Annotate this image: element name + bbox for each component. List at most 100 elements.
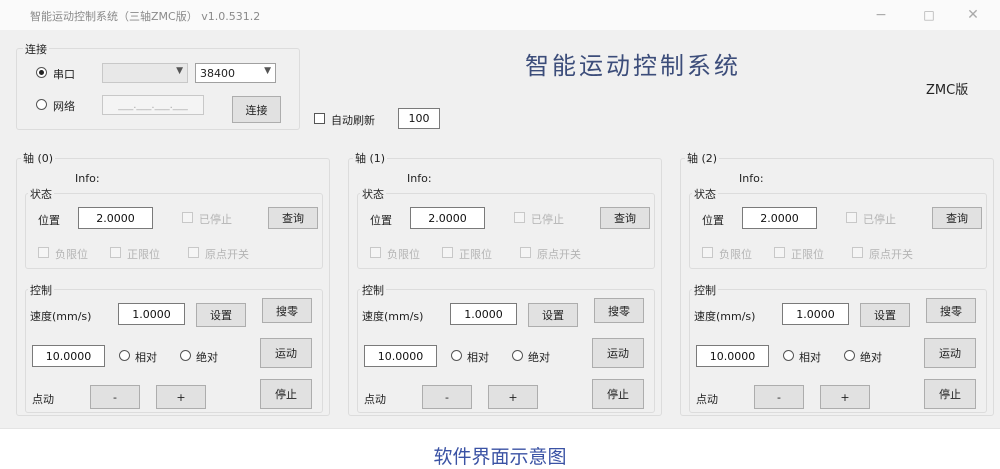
neg-limit-label: 负限位 [719,248,752,261]
move-button[interactable]: 运动 [260,338,312,368]
jog-label: 点动 [32,393,54,406]
baud-value: 38400 [200,67,235,80]
pos-limit-checkbox [442,247,453,258]
distance-input[interactable]: 10.0000 [696,345,769,367]
home-button[interactable]: 搜零 [262,298,312,323]
query-button[interactable]: 查询 [932,207,982,229]
connect-button[interactable]: 连接 [232,96,281,123]
origin-switch-checkbox [188,247,199,258]
edition-label: ZMC版 [926,83,969,98]
pos-limit-label: 正限位 [127,248,160,261]
jog-minus-button[interactable]: - [422,385,472,409]
axis-title: 轴 (1) [353,150,388,166]
set-speed-button[interactable]: 设置 [196,303,246,327]
relative-radio[interactable] [451,350,462,361]
system-title: 智能运动控制系统 [525,52,741,80]
speed-label: 速度(mm/s) [30,310,92,323]
speed-input[interactable]: 1.0000 [118,303,185,325]
absolute-label: 绝对 [528,351,550,364]
control-group-label: 控制 [692,282,718,298]
stop-button[interactable]: 停止 [260,379,312,409]
jog-minus-button[interactable]: - [90,385,140,409]
absolute-label: 绝对 [196,351,218,364]
network-label: 网络 [53,100,75,113]
network-radio[interactable] [36,99,47,110]
position-value: 2.0000 [742,207,817,229]
pos-limit-label: 正限位 [791,248,824,261]
status-group-label: 状态 [360,186,386,202]
position-label: 位置 [370,214,392,227]
origin-switch-checkbox [520,247,531,258]
baud-select[interactable]: 38400 ▼ [195,63,276,83]
control-group: 控制 速度(mm/s) 1.0000 设置 搜零 10.0000 相对 绝对 运… [357,282,655,413]
jog-plus-button[interactable]: + [820,385,870,409]
axis-0-panel: 轴 (0) Info: 状态 位置 2.0000 已停止 查询 负限位 正限位 … [16,150,330,416]
speed-label: 速度(mm/s) [694,310,756,323]
origin-switch-label: 原点开关 [537,248,581,261]
speed-input[interactable]: 1.0000 [782,303,849,325]
relative-label: 相对 [135,351,157,364]
control-group-label: 控制 [28,282,54,298]
absolute-radio[interactable] [180,350,191,361]
auto-refresh-label: 自动刷新 [331,114,375,127]
set-speed-button[interactable]: 设置 [860,303,910,327]
jog-plus-button[interactable]: + [488,385,538,409]
app-window: 智能运动控制系统（三轴ZMC版） v1.0.531.2 − □ ✕ 连接 串口 … [0,0,1000,429]
absolute-radio[interactable] [844,350,855,361]
relative-radio[interactable] [119,350,130,361]
query-button[interactable]: 查询 [268,207,318,229]
window-title: 智能运动控制系统（三轴ZMC版） v1.0.531.2 [30,10,261,23]
status-group: 状态 位置 2.0000 已停止 查询 负限位 正限位 原点开关 [25,186,323,269]
relative-radio[interactable] [783,350,794,361]
refresh-interval-input[interactable]: 100 [398,108,440,129]
absolute-label: 绝对 [860,351,882,364]
control-group: 控制 速度(mm/s) 1.0000 设置 搜零 10.0000 相对 绝对 运… [25,282,323,413]
serial-radio[interactable] [36,67,47,78]
chevron-down-icon: ▼ [176,66,183,76]
axis-info-label: Info: [739,172,764,185]
distance-input[interactable]: 10.0000 [364,345,437,367]
axis-info-label: Info: [407,172,432,185]
jog-label: 点动 [696,393,718,406]
jog-minus-button[interactable]: - [754,385,804,409]
jog-label: 点动 [364,393,386,406]
query-button[interactable]: 查询 [600,207,650,229]
ip-address-input[interactable]: ___.___.___.___ [102,95,204,115]
move-button[interactable]: 运动 [924,338,976,368]
position-label: 位置 [38,214,60,227]
origin-switch-label: 原点开关 [869,248,913,261]
jog-plus-button[interactable]: + [156,385,206,409]
status-group: 状态 位置 2.0000 已停止 查询 负限位 正限位 原点开关 [357,186,655,269]
move-button[interactable]: 运动 [592,338,644,368]
home-button[interactable]: 搜零 [926,298,976,323]
distance-input[interactable]: 10.0000 [32,345,105,367]
stopped-checkbox [514,212,525,223]
status-group: 状态 位置 2.0000 已停止 查询 负限位 正限位 原点开关 [689,186,987,269]
origin-switch-label: 原点开关 [205,248,249,261]
home-button[interactable]: 搜零 [594,298,644,323]
speed-label: 速度(mm/s) [362,310,424,323]
position-label: 位置 [702,214,724,227]
absolute-radio[interactable] [512,350,523,361]
stopped-label: 已停止 [863,213,896,226]
set-speed-button[interactable]: 设置 [528,303,578,327]
auto-refresh-checkbox[interactable] [314,113,325,124]
stop-button[interactable]: 停止 [592,379,644,409]
minimize-button[interactable]: − [866,5,896,25]
port-select[interactable]: ▼ [102,63,188,83]
position-value: 2.0000 [410,207,485,229]
stop-button[interactable]: 停止 [924,379,976,409]
control-group-label: 控制 [360,282,386,298]
maximize-button[interactable]: □ [914,5,944,25]
speed-input[interactable]: 1.0000 [450,303,517,325]
close-button[interactable]: ✕ [958,5,988,25]
stopped-checkbox [846,212,857,223]
status-group-label: 状态 [692,186,718,202]
status-group-label: 状态 [28,186,54,202]
axis-2-panel: 轴 (2) Info: 状态 位置 2.0000 已停止 查询 负限位 正限位 … [680,150,994,416]
pos-limit-checkbox [774,247,785,258]
serial-label: 串口 [53,68,75,81]
connection-group-label: 连接 [23,41,49,57]
axis-title: 轴 (0) [21,150,56,166]
control-group: 控制 速度(mm/s) 1.0000 设置 搜零 10.0000 相对 绝对 运… [689,282,987,413]
